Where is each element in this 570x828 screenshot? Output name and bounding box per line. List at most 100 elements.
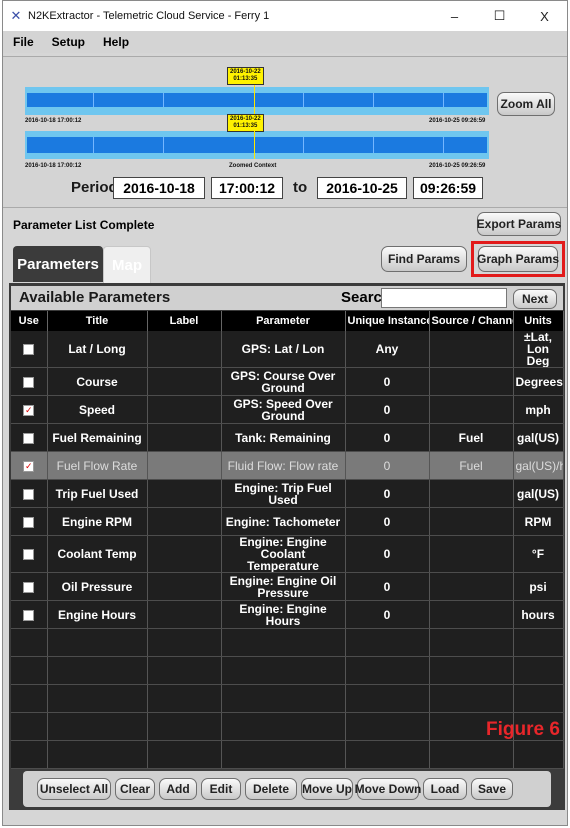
column-header-title[interactable]: Title bbox=[47, 311, 148, 331]
table-row[interactable]: Coolant Temp Engine: Engine Coolant Tempe… bbox=[11, 535, 564, 573]
end-time-field[interactable]: 09:26:59 bbox=[413, 177, 483, 199]
checkbox[interactable] bbox=[23, 376, 35, 388]
menu-file[interactable]: File bbox=[13, 35, 34, 49]
period-to-label: to bbox=[293, 179, 308, 196]
table-row[interactable]: Course GPS: Course Over Ground 0 Degrees bbox=[11, 367, 564, 396]
zoom-track[interactable] bbox=[27, 137, 487, 153]
search-input[interactable] bbox=[381, 288, 507, 308]
checkbox[interactable] bbox=[23, 549, 35, 561]
units-cell: gal(US) bbox=[513, 479, 564, 508]
empty-cell bbox=[221, 628, 346, 657]
menu-setup[interactable]: Setup bbox=[52, 35, 85, 49]
close-button[interactable]: X bbox=[522, 1, 567, 31]
parameter-cell: Engine: Tachometer bbox=[221, 507, 346, 536]
zoom-end-label: 2016-10-25 09:26:59 bbox=[429, 163, 486, 169]
overview-flag-date: 2016-10-22 bbox=[230, 69, 261, 75]
overview-tick bbox=[93, 93, 94, 107]
empty-cell bbox=[221, 712, 346, 741]
empty-cell bbox=[147, 628, 222, 657]
source-cell: Fuel bbox=[429, 451, 514, 480]
units-cell: Degrees bbox=[513, 367, 564, 396]
source-cell bbox=[429, 367, 514, 396]
checkbox[interactable] bbox=[23, 344, 35, 356]
tab-map[interactable]: Map bbox=[103, 246, 151, 284]
empty-cell bbox=[47, 656, 148, 685]
use-cell bbox=[11, 423, 48, 452]
move-down-button[interactable]: Move Down bbox=[355, 778, 421, 800]
load-button[interactable]: Load bbox=[423, 778, 467, 800]
column-header-parameter[interactable]: Parameter bbox=[221, 311, 346, 331]
edit-button[interactable]: Edit bbox=[201, 778, 241, 800]
table-row[interactable]: Engine Hours Engine: Engine Hours 0 hours bbox=[11, 600, 564, 629]
empty-cell bbox=[429, 628, 514, 657]
table-row[interactable]: Lat / Long GPS: Lat / Lon Any ±Lat, Lon Deg bbox=[11, 331, 564, 368]
use-cell: ✓ bbox=[11, 451, 48, 480]
parameter-cell: Engine: Engine Oil Pressure bbox=[221, 572, 346, 601]
column-header-source[interactable]: Source / Channel bbox=[429, 311, 514, 331]
use-cell bbox=[11, 572, 48, 601]
overview-track[interactable] bbox=[27, 93, 487, 107]
table-row[interactable]: Oil Pressure Engine: Engine Oil Pressure 0… bbox=[11, 572, 564, 601]
table-row[interactable]: ✓ Fuel Flow Rate Fluid Flow: Flow rate 0 Fue… bbox=[11, 451, 564, 480]
empty-cell bbox=[11, 656, 48, 685]
parameter-cell: Engine: Engine Hours bbox=[221, 600, 346, 629]
units-cell: gal(US)/h bbox=[513, 451, 564, 480]
empty-cell bbox=[11, 684, 48, 713]
checked-checkbox[interactable]: ✓ bbox=[23, 404, 35, 416]
empty-cell bbox=[513, 740, 564, 769]
column-header-use[interactable]: Use bbox=[11, 311, 48, 331]
source-cell bbox=[429, 600, 514, 629]
overview-time-flag[interactable]: 2016-10-22 01:13:35 bbox=[227, 67, 264, 85]
save-button[interactable]: Save bbox=[471, 778, 513, 800]
use-cell bbox=[11, 367, 48, 396]
table-row[interactable]: Fuel Remaining Tank: Remaining 0 Fuel gal(US… bbox=[11, 423, 564, 452]
column-header-label[interactable]: Label bbox=[147, 311, 222, 331]
instance-cell: 0 bbox=[345, 507, 430, 536]
title-cell: Speed bbox=[47, 395, 148, 424]
table-header-row: Use Title Label Parameter Unique Instanc… bbox=[11, 311, 564, 331]
checked-checkbox[interactable]: ✓ bbox=[23, 460, 35, 472]
unselect-all-button[interactable]: Unselect All bbox=[37, 778, 111, 800]
start-date-field[interactable]: 2016-10-18 bbox=[113, 177, 205, 199]
parameter-cell: Fluid Flow: Flow rate bbox=[221, 451, 346, 480]
zoom-flag-time: 01:13:35 bbox=[233, 123, 258, 129]
period-label: Period bbox=[71, 179, 118, 196]
empty-cell bbox=[147, 684, 222, 713]
available-parameters-title: Available Parameters bbox=[19, 289, 171, 306]
find-params-button[interactable]: Find Params bbox=[381, 246, 467, 272]
window-title: N2KExtractor - Telemetric Cloud Service … bbox=[28, 10, 270, 22]
zoom-time-flag[interactable]: 2016-10-22 01:13:35 bbox=[227, 114, 264, 132]
column-header-units[interactable]: Units bbox=[513, 311, 564, 331]
instance-cell: 0 bbox=[345, 535, 430, 573]
checkbox[interactable] bbox=[23, 581, 35, 593]
table-row[interactable]: Engine RPM Engine: Tachometer 0 RPM bbox=[11, 507, 564, 536]
start-time-field[interactable]: 17:00:12 bbox=[211, 177, 283, 199]
tab-parameters[interactable]: Parameters bbox=[13, 246, 103, 282]
checkbox[interactable] bbox=[23, 432, 35, 444]
overview-tick bbox=[163, 93, 164, 107]
minimize-button[interactable]: – bbox=[432, 1, 477, 31]
next-button[interactable]: Next bbox=[513, 289, 557, 309]
add-button[interactable]: Add bbox=[159, 778, 197, 800]
menu-help[interactable]: Help bbox=[103, 35, 129, 49]
empty-cell bbox=[47, 740, 148, 769]
zoom-all-button[interactable]: Zoom All bbox=[497, 92, 555, 116]
checkbox[interactable] bbox=[23, 488, 35, 500]
end-date-field[interactable]: 2016-10-25 bbox=[317, 177, 407, 199]
table-row[interactable]: Trip Fuel Used Engine: Trip Fuel Used 0 gal… bbox=[11, 479, 564, 508]
clear-button[interactable]: Clear bbox=[115, 778, 155, 800]
label-cell bbox=[147, 395, 222, 424]
title-cell: Fuel Remaining bbox=[47, 423, 148, 452]
maximize-button[interactable]: ☐ bbox=[477, 1, 522, 31]
zoom-flag-date: 2016-10-22 bbox=[230, 116, 261, 122]
export-params-button[interactable]: Export Params bbox=[477, 212, 561, 236]
table-row[interactable]: ✓ Speed GPS: Speed Over Ground 0 mph bbox=[11, 395, 564, 424]
checkbox[interactable] bbox=[23, 609, 35, 621]
title-cell: Lat / Long bbox=[47, 331, 148, 368]
delete-button[interactable]: Delete bbox=[245, 778, 297, 800]
zoom-start-label: 2016-10-18 17:00:12 bbox=[25, 163, 82, 169]
move-up-button[interactable]: Move Up bbox=[301, 778, 353, 800]
checkbox[interactable] bbox=[23, 516, 35, 528]
units-cell: gal(US) bbox=[513, 423, 564, 452]
column-header-instance[interactable]: Unique Instance bbox=[345, 311, 430, 331]
